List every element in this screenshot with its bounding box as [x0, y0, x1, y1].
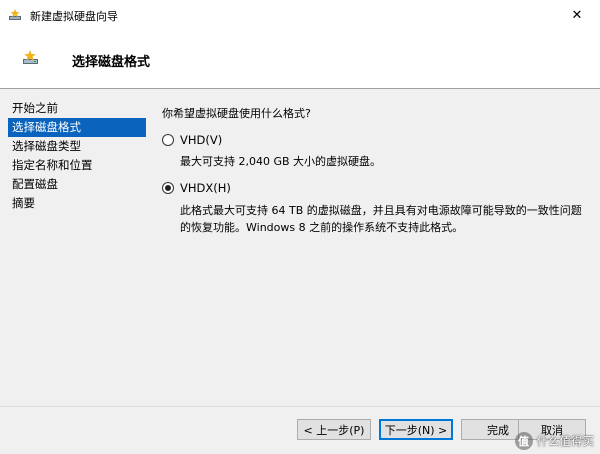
format-options-panel: 你希望虚拟硬盘使用什么格式? VHD(V) 最大可支持 2,040 GB 大小的… — [162, 105, 592, 234]
sidebar-item-configure-disk[interactable]: 配置磁盘 — [8, 175, 146, 194]
vhd-radio[interactable] — [162, 134, 174, 146]
sidebar-item-before-you-begin[interactable]: 开始之前 — [8, 99, 146, 118]
window-title: 新建虚拟硬盘向导 — [30, 10, 118, 23]
new-disk-icon — [22, 49, 40, 67]
sidebar-item-specify-name-location[interactable]: 指定名称和位置 — [8, 156, 146, 175]
title-bar: 新建虚拟硬盘向导 ✕ — [0, 0, 600, 30]
format-question: 你希望虚拟硬盘使用什么格式? — [162, 107, 311, 120]
watermark-text: 什么值得买 — [536, 434, 595, 448]
vhdx-label[interactable]: VHDX(H) — [180, 181, 231, 195]
page-title: 选择磁盘格式 — [72, 55, 151, 70]
wizard-body: 开始之前 选择磁盘格式 选择磁盘类型 指定名称和位置 配置磁盘 摘要 你希望虚拟… — [0, 89, 600, 454]
close-button[interactable]: ✕ — [554, 0, 600, 30]
sidebar-item-choose-disk-format[interactable]: 选择磁盘格式 — [8, 118, 146, 137]
next-button[interactable]: 下一步(N) > — [379, 419, 453, 440]
wizard-disk-icon — [8, 8, 22, 22]
vhd-option[interactable]: VHD(V) — [162, 133, 222, 147]
vhd-label[interactable]: VHD(V) — [180, 133, 222, 147]
vhdx-description: 此格式最大可支持 64 TB 的虚拟磁盘，并且具有对电源故障可能导致的一致性问题… — [180, 204, 582, 234]
vhdx-option[interactable]: VHDX(H) — [162, 181, 231, 195]
watermark-logo: 值 — [514, 432, 533, 450]
wizard-header: 选择磁盘格式 — [0, 30, 600, 88]
watermark: 值 什么值得买 — [514, 432, 595, 450]
footer-divider — [0, 406, 600, 407]
sidebar-item-choose-disk-type[interactable]: 选择磁盘类型 — [8, 137, 146, 156]
vhd-description: 最大可支持 2,040 GB 大小的虚拟硬盘。 — [180, 155, 382, 168]
sidebar-item-summary[interactable]: 摘要 — [8, 194, 146, 213]
close-icon: ✕ — [571, 7, 583, 23]
previous-button[interactable]: < 上一步(P) — [297, 419, 371, 440]
vhdx-radio[interactable] — [162, 182, 174, 194]
wizard-steps-nav: 开始之前 选择磁盘格式 选择磁盘类型 指定名称和位置 配置磁盘 摘要 — [8, 99, 146, 213]
